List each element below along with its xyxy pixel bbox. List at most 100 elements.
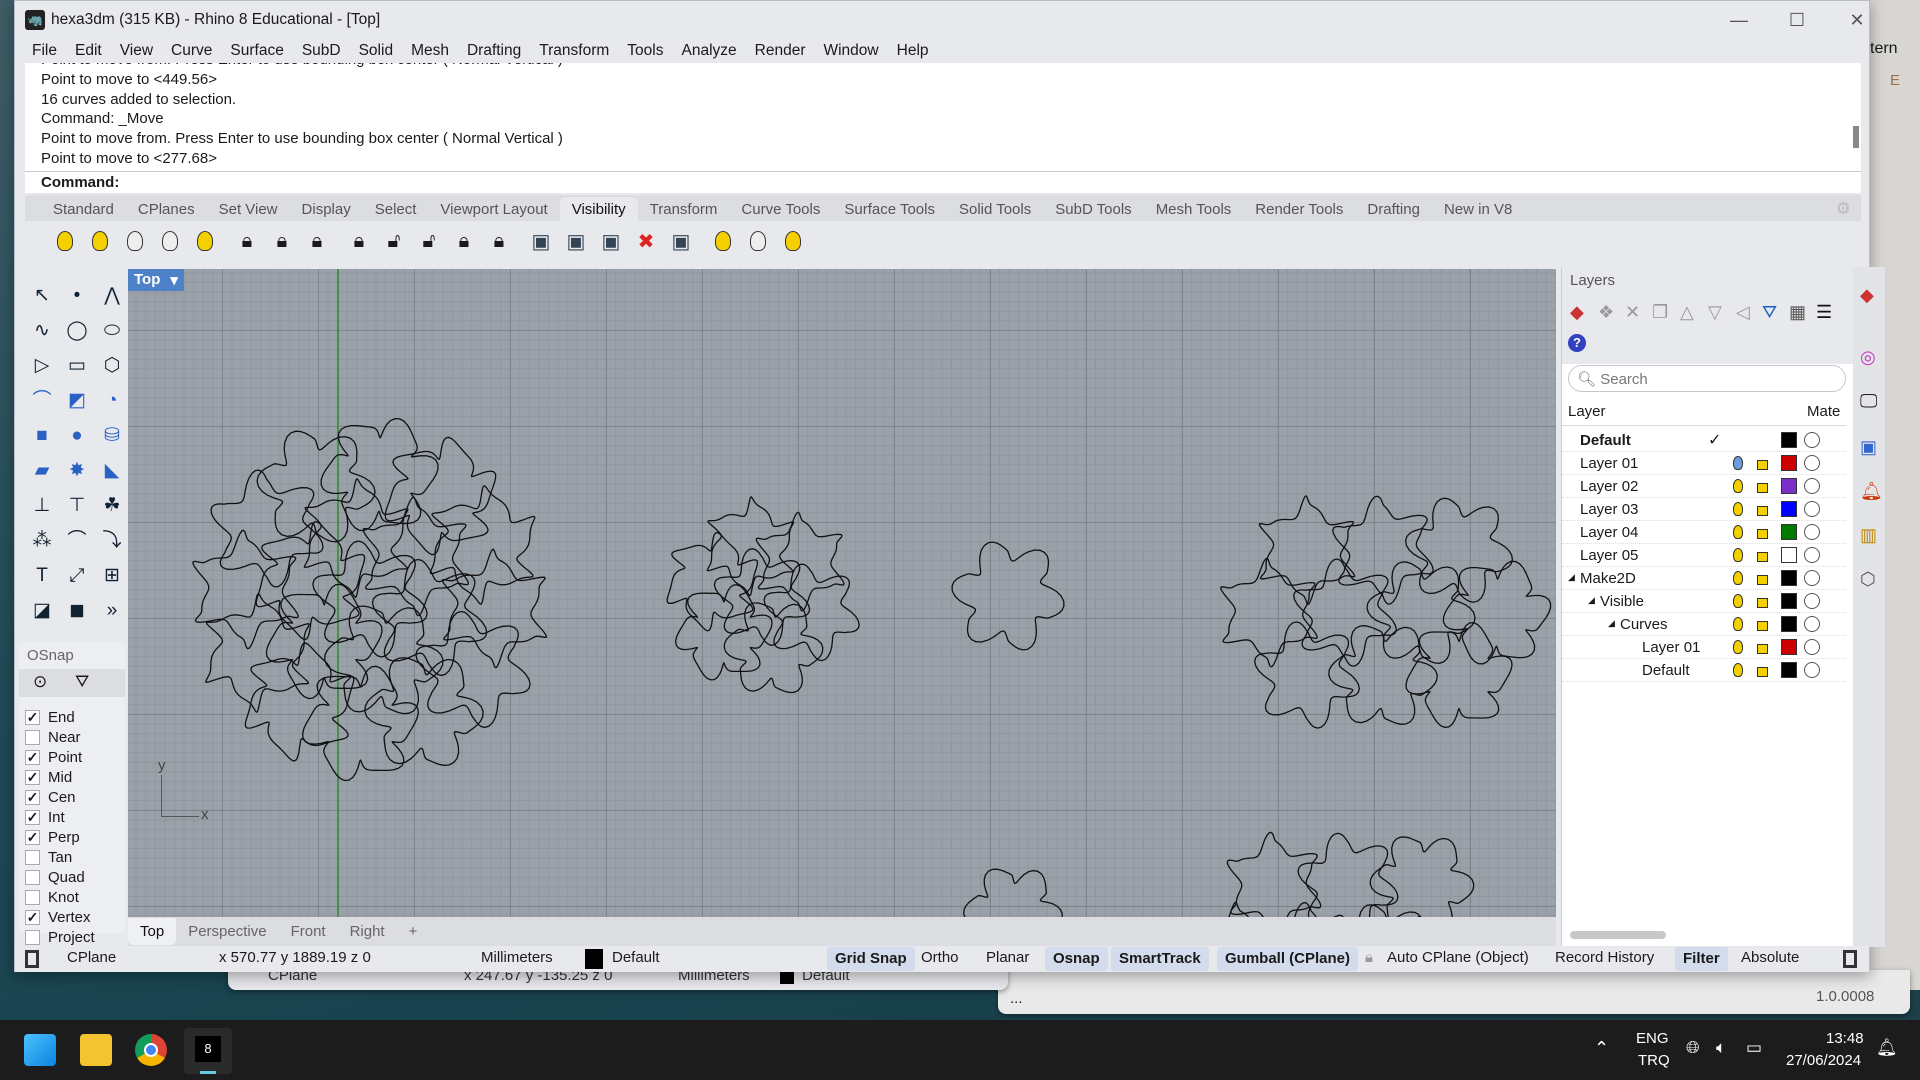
viewport-title[interactable]: Top ▾ xyxy=(128,269,184,291)
viewport-menu-icon[interactable]: ▾ xyxy=(170,271,178,289)
checkbox[interactable] xyxy=(25,729,40,745)
current-layer-check-icon[interactable]: ✓ xyxy=(1708,430,1721,450)
curve-tile[interactable] xyxy=(1258,495,1356,606)
viewport-tab-perspective[interactable]: Perspective xyxy=(176,918,278,945)
menu-help[interactable]: Help xyxy=(897,42,929,60)
unlock-icon[interactable] xyxy=(1757,552,1768,562)
gumball-toggle[interactable]: Gumball (CPlane) xyxy=(1217,947,1359,971)
select-tool-icon[interactable]: ↖ xyxy=(29,283,55,309)
hide-points-icon[interactable] xyxy=(744,227,772,255)
smarttrack-toggle[interactable]: SmartTrack xyxy=(1111,947,1209,971)
viewport-tab-top[interactable]: Top xyxy=(128,918,177,945)
col-layer[interactable]: Layer xyxy=(1568,403,1606,420)
material-icon[interactable] xyxy=(1804,501,1820,517)
unlock-icon[interactable] xyxy=(1757,667,1768,677)
isolate-icon[interactable] xyxy=(779,227,807,255)
visibility-bulb-icon[interactable] xyxy=(1733,548,1743,562)
layer-search-input[interactable]: 🔍︎ Search xyxy=(1568,365,1846,392)
tab-drafting[interactable]: Drafting xyxy=(1355,197,1432,221)
visibility-bulb-icon[interactable] xyxy=(1733,571,1743,585)
layer-row[interactable]: ◢ Make2D xyxy=(1562,567,1846,590)
arc2-tool-icon[interactable]: ⤵ xyxy=(99,528,125,554)
array-tool-icon[interactable]: ⊞ xyxy=(99,563,125,589)
materials-icon[interactable]: ⬡ xyxy=(1860,569,1876,590)
layer-row[interactable]: Default xyxy=(1562,659,1846,682)
osnap-near[interactable]: Near xyxy=(25,727,81,747)
visibility-bulb-icon[interactable] xyxy=(1733,502,1743,516)
layers-horizontal-scrollbar[interactable] xyxy=(1570,931,1666,939)
planar-toggle[interactable]: Planar xyxy=(986,949,1029,966)
unlock-icon[interactable] xyxy=(1757,460,1768,470)
scale-tool-icon[interactable]: ⤢ xyxy=(64,563,90,589)
checkbox[interactable] xyxy=(25,869,40,885)
layer-swatch[interactable] xyxy=(585,949,603,969)
viewport-tab-right[interactable]: Right xyxy=(338,918,397,945)
layers-tab-icon[interactable]: ◆ xyxy=(1860,285,1874,306)
unlock-icon[interactable] xyxy=(1757,598,1768,608)
curve-tile[interactable] xyxy=(1334,904,1436,917)
unlock-icon[interactable] xyxy=(1757,575,1768,585)
group-tool-icon[interactable]: ⁂ xyxy=(29,528,55,554)
hide-swap-icon[interactable] xyxy=(156,227,184,255)
material-icon[interactable] xyxy=(1804,547,1820,563)
filter-icon[interactable]: ⛛ xyxy=(1762,302,1777,323)
visibility-bulb-icon[interactable] xyxy=(1733,525,1743,539)
sphere-tool-icon[interactable]: ● xyxy=(64,423,90,449)
visibility-bulb-icon[interactable] xyxy=(1733,456,1743,470)
more-tool-icon[interactable]: » xyxy=(99,598,125,624)
menu-mesh[interactable]: Mesh xyxy=(411,42,449,60)
cylinder-tool-icon[interactable]: ⛁ xyxy=(99,423,125,449)
material-icon[interactable] xyxy=(1804,478,1820,494)
material-icon[interactable] xyxy=(1804,593,1820,609)
curve-tile[interactable] xyxy=(706,495,795,597)
curve-tile[interactable] xyxy=(666,531,759,632)
display-icon[interactable]: 🖵 xyxy=(1860,391,1877,412)
hide-objects-icon[interactable] xyxy=(121,227,149,255)
curve-tile[interactable] xyxy=(713,548,811,646)
new-sublayer-icon[interactable]: ❖ xyxy=(1598,302,1614,323)
material-icon[interactable] xyxy=(1804,662,1820,678)
material-icon[interactable] xyxy=(1804,639,1820,655)
checkbox[interactable]: ✓ xyxy=(25,789,40,805)
filter-toggle[interactable]: Filter xyxy=(1675,947,1728,971)
filter-tab-icon[interactable]: ⛛ xyxy=(75,672,89,692)
fillet-tool-icon[interactable]: ⌒ xyxy=(29,388,55,414)
curve-tile[interactable] xyxy=(256,430,376,543)
volume-icon[interactable]: 🔈︎ xyxy=(1716,1038,1726,1058)
minimize-button[interactable]: — xyxy=(1719,7,1759,33)
layer-row[interactable]: Layer 03 xyxy=(1562,498,1846,521)
status-units[interactable]: Millimeters xyxy=(481,949,553,966)
visibility-bulb-icon[interactable] xyxy=(1733,479,1743,493)
panel-toggle-icon[interactable] xyxy=(1843,950,1857,968)
menu-render[interactable]: Render xyxy=(755,42,806,60)
osnap-point[interactable]: ✓ Point xyxy=(25,747,82,767)
curve-tile[interactable] xyxy=(364,657,484,766)
layer-color-swatch[interactable] xyxy=(1781,570,1797,586)
tab-cplanes[interactable]: CPlanes xyxy=(126,197,207,221)
status-layer[interactable]: Default xyxy=(612,949,660,966)
layer-color-swatch[interactable] xyxy=(1781,639,1797,655)
menu-file[interactable]: File xyxy=(32,42,57,60)
checkbox[interactable]: ✓ xyxy=(25,829,40,845)
curve-tile[interactable] xyxy=(951,541,1065,651)
show-points-icon[interactable] xyxy=(709,227,737,255)
layer-color-swatch[interactable] xyxy=(1781,547,1797,563)
notifications-icon[interactable]: 🔔︎ xyxy=(1860,481,1883,502)
color-wheel-icon[interactable]: ◎ xyxy=(1860,347,1876,368)
surface-tool-icon[interactable]: ◩ xyxy=(64,388,90,414)
material-icon[interactable] xyxy=(1804,432,1820,448)
circle-tool-icon[interactable]: ◯ xyxy=(64,318,90,344)
viewport-top[interactable]: Top ▾ y x xyxy=(128,269,1556,917)
layer-color-swatch[interactable] xyxy=(1781,455,1797,471)
explode-tool-icon[interactable]: ✸ xyxy=(64,458,90,484)
checkbox[interactable] xyxy=(25,929,40,945)
language-primary[interactable]: ENG xyxy=(1636,1030,1669,1047)
menu-transform[interactable]: Transform xyxy=(539,42,609,60)
lock-swap-2-icon[interactable]: 🔒︎ xyxy=(485,227,513,255)
layer-color-swatch[interactable] xyxy=(1781,524,1797,540)
layer-color-swatch[interactable] xyxy=(1781,478,1797,494)
layer-row[interactable]: Layer 01 xyxy=(1562,636,1846,659)
osnap-project[interactable]: Project xyxy=(25,927,95,947)
visibility-bulb-icon[interactable] xyxy=(1733,617,1743,631)
expand-icon[interactable]: ◢ xyxy=(1568,572,1575,583)
